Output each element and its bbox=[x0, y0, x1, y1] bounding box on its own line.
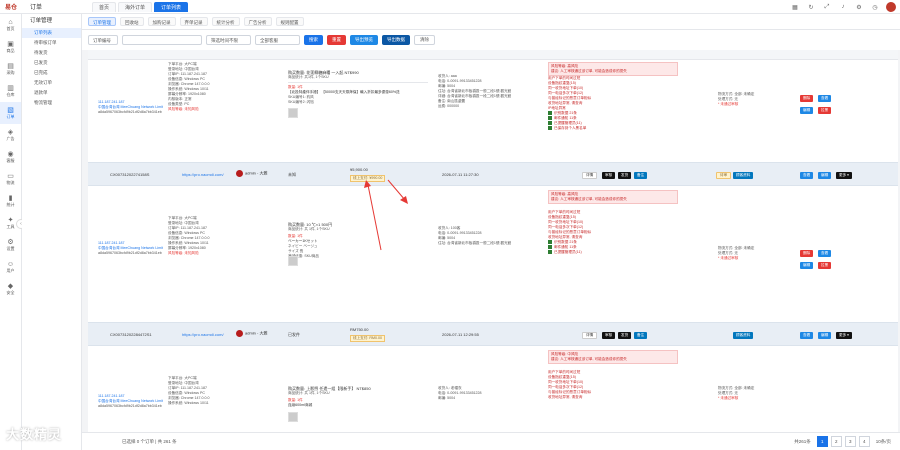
subtab-abandoned[interactable]: 弃单记录 bbox=[179, 17, 208, 26]
filter-bar: 订单编号 筛选时间不限 全部客服 搜索 重置 导出预览 导出数据 清除 bbox=[82, 30, 900, 50]
headset-icon: ◉ bbox=[7, 151, 14, 158]
tab-home[interactable]: 首页 bbox=[92, 2, 117, 12]
main-content: 订单管理 回收站 加购记录 弃单记录 统计分析 广告分析 规则配置 订单编号 筛… bbox=[82, 14, 900, 450]
per-page-select[interactable]: 10条/页 bbox=[873, 436, 894, 447]
cart-icon: ▤ bbox=[7, 63, 14, 70]
nav-purchase[interactable]: ▤ 采购 bbox=[0, 58, 21, 80]
sub-nav-title: 订单管理 bbox=[30, 18, 53, 24]
person-icon: ☺ bbox=[6, 260, 15, 268]
subnav-invalid[interactable]: 无效订单 bbox=[22, 78, 81, 88]
export-data-button[interactable]: 导出数据 bbox=[382, 35, 410, 45]
section-title: 订单 bbox=[30, 5, 43, 11]
pagination: 共261条 1 2 3 4 10条/页 bbox=[791, 436, 894, 447]
subnav-refunds[interactable]: 退款单 bbox=[22, 88, 81, 98]
subnav-pending-review[interactable]: 待审核订单 bbox=[22, 38, 81, 48]
subnav-order-list[interactable]: 订单列表 bbox=[22, 28, 81, 38]
refresh-icon[interactable]: ↻ bbox=[806, 2, 816, 12]
left-nav: ⌂ 首页 ▣ 商品 ▤ 采购 ▥ 仓库 ▧ 订单 ◈ 广告 ◉ 客服 ▭ 物流 ▮ 统计 ✦ 工具 … bbox=[0, 14, 22, 450]
field-select[interactable]: 订单编号 bbox=[88, 35, 118, 45]
top-tabs: 首页 海外订单 订单列表 bbox=[92, 2, 189, 12]
nav-orders[interactable]: ▧ 订单 bbox=[0, 102, 21, 124]
subnav-shipped[interactable]: 已发货 bbox=[22, 58, 81, 68]
bell-icon[interactable]: ♪ bbox=[838, 2, 848, 12]
user-avatar[interactable] bbox=[886, 2, 896, 12]
page-1[interactable]: 1 bbox=[816, 436, 828, 447]
footer-bar: 已选择 0 个订单 | 共 261 条 共261条 1 2 3 4 10条/页 bbox=[82, 432, 900, 450]
nav-logistics[interactable]: ▭ 物流 bbox=[0, 168, 21, 190]
clock-icon[interactable]: ◷ bbox=[870, 2, 880, 12]
annotation-arrowhead-1 bbox=[364, 180, 371, 188]
nav-home[interactable]: ⌂ 首页 bbox=[0, 14, 21, 36]
total-count: 共261条 bbox=[794, 439, 811, 444]
megaphone-icon: ◈ bbox=[7, 129, 14, 136]
sub-tabs: 订单管理 回收站 加购记录 弃单记录 统计分析 广告分析 规则配置 bbox=[82, 14, 900, 30]
top-bar: 易仓 订单 首页 海外订单 订单列表 ▦ ↻ ⤢ ♪ ⚙ ◷ bbox=[0, 0, 900, 14]
subtab-add-to-cart[interactable]: 加购记录 bbox=[147, 17, 176, 26]
subnav-completed[interactable]: 已完成 bbox=[22, 68, 81, 78]
time-select[interactable]: 筛选时间不限 bbox=[206, 35, 251, 45]
shield-icon: ◆ bbox=[7, 283, 14, 290]
reset-button[interactable]: 重置 bbox=[327, 35, 346, 45]
tab-order-list[interactable]: 订单列表 bbox=[154, 2, 189, 12]
fullscreen-icon[interactable]: ⤢ bbox=[822, 2, 832, 12]
nav-stats[interactable]: ▮ 统计 bbox=[0, 190, 21, 212]
page-4[interactable]: 4 bbox=[858, 436, 870, 447]
nav-service[interactable]: ◉ 客服 bbox=[0, 146, 21, 168]
top-icons: ▦ ↻ ⤢ ♪ ⚙ ◷ bbox=[790, 2, 896, 12]
app-logo: 易仓 bbox=[4, 4, 17, 11]
search-input[interactable] bbox=[122, 35, 202, 45]
truck-icon: ▭ bbox=[7, 173, 14, 180]
annotation-arrowhead-2 bbox=[400, 196, 408, 204]
home-icon: ⌂ bbox=[8, 18, 13, 26]
page-3[interactable]: 3 bbox=[844, 436, 856, 447]
order-icon: ▧ bbox=[7, 107, 14, 114]
grid-icon[interactable]: ▦ bbox=[790, 2, 800, 12]
nav-products[interactable]: ▣ 商品 bbox=[0, 36, 21, 58]
chart-icon: ▮ bbox=[8, 195, 13, 202]
nav-users[interactable]: ☺ 用户 bbox=[0, 256, 21, 278]
page-2[interactable]: 2 bbox=[830, 436, 842, 447]
annotation-arrow-1 bbox=[367, 184, 382, 251]
annotation-arrow-2 bbox=[387, 179, 406, 201]
subnav-to-ship[interactable]: 待发货 bbox=[22, 48, 81, 58]
sub-nav: 订单管理 订单列表 待审核订单 待发货 已发货 已完成 无效订单 退款单 物流管… bbox=[22, 14, 82, 450]
annotation-arrows bbox=[364, 179, 408, 251]
orders-table: 下单平台: 大PC端 登录地址: 中国台湾 订单IP: 111.187.241.… bbox=[88, 50, 898, 446]
seller-select[interactable]: 全部客服 bbox=[255, 35, 300, 45]
nav-security[interactable]: ◆ 安全 bbox=[0, 278, 21, 300]
clear-button[interactable]: 清除 bbox=[414, 35, 435, 45]
nav-ads[interactable]: ◈ 广告 bbox=[0, 124, 21, 146]
subtab-rules[interactable]: 规则配置 bbox=[275, 17, 304, 26]
subtab-recycle-bin[interactable]: 回收站 bbox=[120, 17, 144, 26]
settings-icon[interactable]: ⚙ bbox=[854, 2, 864, 12]
subnav-logistics[interactable]: 物流管理 bbox=[22, 98, 81, 108]
gear-icon: ⚙ bbox=[7, 239, 14, 246]
nav-warehouse[interactable]: ▥ 仓库 bbox=[0, 80, 21, 102]
watermark: 大数精灵 bbox=[6, 427, 63, 442]
subtab-stats[interactable]: 统计分析 bbox=[211, 17, 240, 26]
tab-overseas-orders[interactable]: 海外订单 bbox=[118, 2, 153, 12]
tool-icon: ✦ bbox=[7, 217, 14, 224]
search-button[interactable]: 搜索 bbox=[304, 35, 323, 45]
nav-settings[interactable]: ⚙ 设置 bbox=[0, 234, 21, 256]
footer-summary: 已选择 0 个订单 | 共 261 条 bbox=[122, 439, 177, 444]
subtab-order-management[interactable]: 订单管理 bbox=[88, 17, 116, 26]
export-preview-button[interactable]: 导出预览 bbox=[350, 35, 378, 45]
box-icon: ▣ bbox=[7, 41, 14, 48]
warehouse-icon: ▥ bbox=[7, 85, 14, 92]
subtab-ads[interactable]: 广告分析 bbox=[243, 17, 272, 26]
